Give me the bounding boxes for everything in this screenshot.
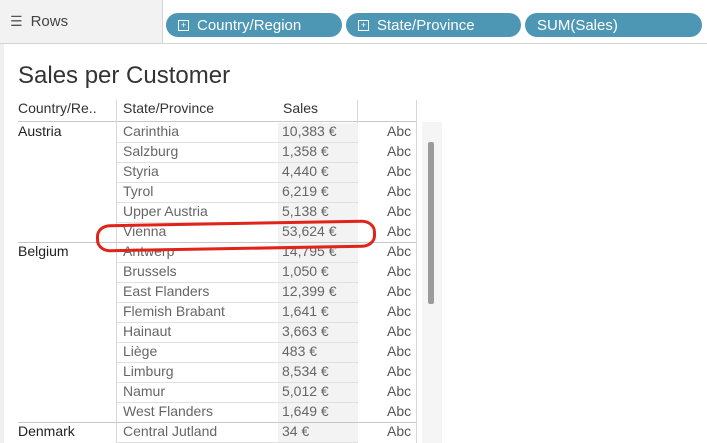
- pill-country-region[interactable]: + Country/Region: [166, 13, 342, 37]
- sales-cell[interactable]: 14,795 €: [278, 243, 358, 262]
- state-cell[interactable]: Styria: [123, 163, 159, 179]
- state-cell[interactable]: Upper Austria: [123, 203, 208, 219]
- sales-cell[interactable]: 483 €: [278, 343, 358, 362]
- abc-cell[interactable]: Abc: [387, 203, 411, 219]
- scrollbar-thumb[interactable]: [428, 142, 434, 304]
- plus-box-icon[interactable]: +: [178, 19, 189, 31]
- country-cell[interactable]: Austria: [18, 123, 62, 139]
- sales-cell[interactable]: 4,440 €: [278, 163, 358, 182]
- table-row[interactable]: Austria Carinthia 10,383 € Abc: [4, 123, 444, 143]
- plus-box-icon[interactable]: +: [358, 19, 369, 31]
- state-cell[interactable]: Namur: [123, 383, 165, 399]
- abc-cell[interactable]: Abc: [387, 303, 411, 319]
- table-row[interactable]: Liège 483 € Abc: [4, 343, 444, 363]
- table-row[interactable]: Tyrol 6,219 € Abc: [4, 183, 444, 203]
- pill-label: SUM(Sales): [537, 16, 618, 34]
- sales-cell[interactable]: 1,358 €: [278, 143, 358, 162]
- sales-cell[interactable]: 5,138 €: [278, 203, 358, 222]
- abc-cell[interactable]: Abc: [387, 243, 411, 259]
- state-cell[interactable]: Tyrol: [123, 183, 153, 199]
- abc-cell[interactable]: Abc: [387, 143, 411, 159]
- pill-label: Country/Region: [197, 16, 302, 34]
- table-row[interactable]: Salzburg 1,358 € Abc: [4, 143, 444, 163]
- abc-cell[interactable]: Abc: [387, 383, 411, 399]
- rows-list-icon: ☰: [10, 13, 23, 29]
- header-sales[interactable]: Sales: [283, 100, 318, 116]
- sales-cell[interactable]: 3,663 €: [278, 323, 358, 342]
- pill-sum-sales[interactable]: SUM(Sales): [525, 13, 702, 37]
- abc-cell[interactable]: Abc: [387, 183, 411, 199]
- abc-cell[interactable]: Abc: [387, 343, 411, 359]
- rows-shelf-label: ☰ Rows: [0, 0, 163, 43]
- header-country[interactable]: Country/Re..: [18, 100, 97, 116]
- abc-cell[interactable]: Abc: [387, 363, 411, 379]
- pill-state-province[interactable]: + State/Province: [346, 13, 521, 37]
- country-cell[interactable]: Denmark: [18, 423, 75, 439]
- table-row[interactable]: Belgium Antwerp 14,795 € Abc: [4, 243, 444, 263]
- rows-label-text: Rows: [30, 13, 69, 30]
- table-row[interactable]: West Flanders 1,649 € Abc: [4, 403, 444, 423]
- table-row[interactable]: East Flanders 12,399 € Abc: [4, 283, 444, 303]
- sales-cell[interactable]: 8,534 €: [278, 363, 358, 382]
- sales-cell[interactable]: 1,649 €: [278, 403, 358, 422]
- sales-cell[interactable]: 34 €: [278, 423, 358, 442]
- country-cell[interactable]: Belgium: [18, 243, 69, 259]
- state-cell[interactable]: Liège: [123, 343, 157, 359]
- header-state[interactable]: State/Province: [123, 100, 214, 116]
- state-cell[interactable]: West Flanders: [123, 403, 213, 419]
- state-cell[interactable]: East Flanders: [123, 283, 209, 299]
- state-cell[interactable]: Brussels: [123, 263, 177, 279]
- state-cell[interactable]: Hainaut: [123, 323, 171, 339]
- abc-cell[interactable]: Abc: [387, 163, 411, 179]
- abc-cell[interactable]: Abc: [387, 323, 411, 339]
- table-row[interactable]: Denmark Central Jutland 34 € Abc: [4, 423, 444, 443]
- abc-cell[interactable]: Abc: [387, 403, 411, 419]
- state-cell[interactable]: Vienna: [123, 223, 166, 239]
- sheet-title: Sales per Customer: [18, 62, 231, 89]
- pill-label: State/Province: [377, 16, 475, 34]
- rows-shelf: ☰ Rows + Country/Region + State/Province…: [0, 0, 707, 44]
- state-cell[interactable]: Central Jutland: [123, 423, 217, 439]
- table-row[interactable]: Upper Austria 5,138 € Abc: [4, 203, 444, 223]
- abc-cell[interactable]: Abc: [387, 283, 411, 299]
- table-row[interactable]: Styria 4,440 € Abc: [4, 163, 444, 183]
- table-row[interactable]: Namur 5,012 € Abc: [4, 383, 444, 403]
- state-cell[interactable]: Antwerp: [123, 243, 174, 259]
- abc-cell[interactable]: Abc: [387, 263, 411, 279]
- table-row[interactable]: Brussels 1,050 € Abc: [4, 263, 444, 283]
- table-row[interactable]: Flemish Brabant 1,641 € Abc: [4, 303, 444, 323]
- worksheet: Sales per Customer Country/Re.. State/Pr…: [0, 44, 707, 443]
- sales-cell[interactable]: 12,399 €: [278, 283, 358, 302]
- sales-cell[interactable]: 6,219 €: [278, 183, 358, 202]
- table-row[interactable]: Vienna 53,624 € Abc: [4, 223, 444, 243]
- state-cell[interactable]: Carinthia: [123, 123, 179, 139]
- abc-cell[interactable]: Abc: [387, 123, 411, 139]
- sales-cell[interactable]: 5,012 €: [278, 383, 358, 402]
- state-cell[interactable]: Limburg: [123, 363, 174, 379]
- table-row[interactable]: Limburg 8,534 € Abc: [4, 363, 444, 383]
- sales-cell[interactable]: 1,641 €: [278, 303, 358, 322]
- sales-cell[interactable]: 53,624 €: [278, 223, 358, 242]
- abc-cell[interactable]: Abc: [387, 223, 411, 239]
- state-cell[interactable]: Salzburg: [123, 143, 178, 159]
- abc-cell[interactable]: Abc: [387, 423, 411, 439]
- sales-cell[interactable]: 10,383 €: [278, 123, 358, 142]
- table-row[interactable]: Hainaut 3,663 € Abc: [4, 323, 444, 343]
- sales-cell[interactable]: 1,050 €: [278, 263, 358, 282]
- state-cell[interactable]: Flemish Brabant: [123, 303, 225, 319]
